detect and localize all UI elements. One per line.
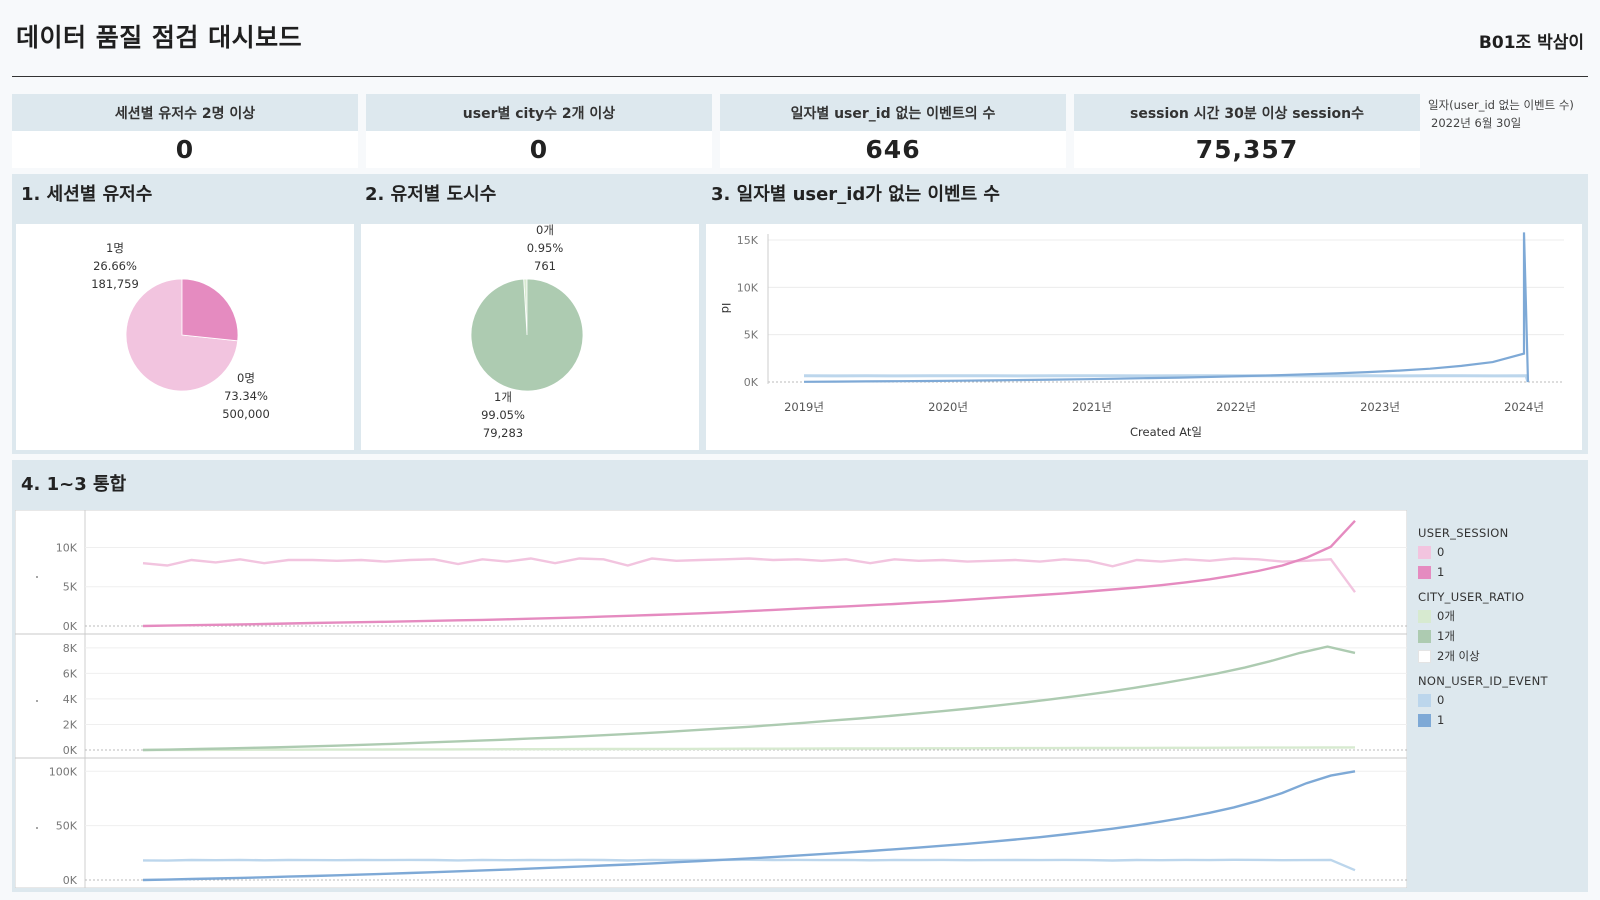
legend-item[interactable]: 0 (1418, 542, 1548, 562)
date-filter-note[interactable]: 일자(user_id 없는 이벤트 수) 2022년 6월 30일 (1428, 96, 1574, 132)
pie-chart-session-users[interactable]: 0명 73.34% 500,000 1명 26.66% 181,759 (16, 224, 354, 450)
pie-slice-percent: 26.66% (93, 259, 137, 273)
kpi-label: session 시간 30분 이상 session수 (1074, 94, 1420, 131)
kpi-card-session-users[interactable]: 세션별 유저수 2명 이상 0 (12, 94, 358, 168)
legend-item[interactable]: 1 (1418, 710, 1548, 730)
pie-slice-count: 761 (534, 259, 556, 273)
date-filter-label: 일자(user_id 없는 이벤트 수) (1428, 98, 1574, 112)
section-title-2: 2. 유저별 도시수 (365, 184, 497, 205)
kpi-value: 0 (366, 131, 712, 168)
y-tick-label: 0K (63, 620, 78, 633)
pie-slice (470, 278, 584, 392)
pie-slice-label: 0개 (536, 224, 554, 237)
charts-row-panel: 1. 세션별 유저수 2. 유저별 도시수 3. 일자별 user_id가 없는… (12, 174, 1588, 454)
kpi-label: 세션별 유저수 2명 이상 (12, 94, 358, 131)
y-tick-label: 5K (744, 329, 759, 342)
legend-item[interactable]: 2개 이상 (1418, 646, 1548, 666)
y-tick-label: 8K (63, 642, 78, 655)
x-tick-label: 2020년 (928, 400, 968, 414)
pie-slice-count: 500,000 (222, 407, 270, 421)
y-tick-label: 10K (56, 541, 78, 554)
x-tick-label: 2024년 (1504, 400, 1544, 414)
y-tick-label: 2K (63, 718, 78, 731)
pie-slice (181, 278, 239, 342)
y-tick-label: 5K (63, 581, 78, 594)
y-tick-label: 0K (63, 744, 78, 757)
kpi-label: user별 city수 2개 이상 (366, 94, 712, 131)
chart-legend: USER_SESSION 0 1 CITY_USER_RATIO 0개 1개 2… (1418, 522, 1548, 730)
y-axis-marker (36, 700, 38, 702)
section-title-4: 4. 1~3 통합 (21, 474, 127, 495)
legend-label: 1 (1437, 565, 1445, 579)
pie-slice-count: 181,759 (91, 277, 139, 291)
legend-item[interactable]: 0 (1418, 690, 1548, 710)
y-tick-label: 100K (49, 765, 78, 778)
y-tick-label: 10K (737, 281, 759, 294)
pie-slice-percent: 99.05% (481, 408, 525, 422)
legend-title-user-session: USER_SESSION (1418, 526, 1509, 540)
pie-chart-user-cities[interactable]: 0개 0.95% 761 1개 99.05% 79,283 (361, 223, 699, 450)
pie-slice-label: 1명 (106, 241, 124, 255)
legend-item[interactable]: 0개 (1418, 606, 1548, 626)
kpi-label: 일자별 user_id 없는 이벤트의 수 (720, 94, 1066, 131)
pie-slice-percent: 73.34% (224, 389, 268, 403)
kpi-value: 75,357 (1074, 131, 1420, 168)
legend-label: 1 (1437, 713, 1445, 727)
y-axis-marker (36, 576, 38, 578)
y-axis-label: Id (719, 303, 733, 314)
kpi-card-user-city[interactable]: user별 city수 2개 이상 0 (366, 94, 712, 168)
pie-slice-count: 79,283 (483, 426, 523, 440)
pie-chart-user-cities-box: 0개 0.95% 761 1개 99.05% 79,283 (361, 223, 699, 450)
legend-label: 1개 (1437, 629, 1455, 643)
legend-item[interactable]: 1 (1418, 562, 1548, 582)
legend-item[interactable]: 1개 (1418, 626, 1548, 646)
x-tick-label: 2019년 (784, 400, 824, 414)
line-chart-no-userid-events[interactable]: 0K 5K 10K 15K 2019년 2020년 2021년 2022년 2023년 2024년… (706, 224, 1582, 450)
y-tick-label: 0K (63, 874, 78, 887)
combined-line-chart[interactable]: 0K 5K 10K 0K 2K 4K 6K 8K 0K 50K 100K (15, 510, 1407, 888)
x-tick-label: 2022년 (1216, 400, 1256, 414)
combined-panel: 4. 1~3 통합 0K 5K 10K 0K 2K 4K 6K 8K 0K 50K 100K (12, 460, 1588, 892)
pie-slice-percent: 0.95% (527, 241, 564, 255)
section-title-1: 1. 세션별 유저수 (21, 184, 153, 205)
y-tick-label: 4K (63, 693, 78, 706)
y-tick-label: 0K (744, 376, 759, 389)
legend-label: 0 (1437, 693, 1445, 707)
y-tick-label: 15K (737, 234, 759, 247)
kpi-card-no-userid-events[interactable]: 일자별 user_id 없는 이벤트의 수 646 (720, 94, 1066, 168)
author-label: B01조 박삼이 (1478, 33, 1584, 53)
kpi-card-long-sessions[interactable]: session 시간 30분 이상 session수 75,357 (1074, 94, 1420, 168)
x-tick-label: 2021년 (1072, 400, 1112, 414)
pie-slice-label: 0명 (237, 371, 255, 385)
pie-chart-session-users-box: 0명 73.34% 500,000 1명 26.66% 181,759 (16, 224, 354, 450)
kpi-value: 0 (12, 131, 358, 168)
legend-label: 0개 (1437, 609, 1455, 623)
line-series (803, 232, 1530, 383)
section-title-3: 3. 일자별 user_id가 없는 이벤트 수 (711, 184, 1000, 205)
y-axis-marker (36, 827, 38, 829)
y-tick-label: 6K (63, 667, 78, 680)
legend-label: 2개 이상 (1437, 649, 1480, 663)
kpi-value: 646 (720, 131, 1066, 168)
x-axis-label: Created At일 (1130, 425, 1202, 439)
pie-slice-label: 1개 (494, 390, 512, 404)
dashboard-header: 데이터 품질 점검 대시보드 B01조 박삼이 (12, 0, 1588, 77)
legend-title-city-user-ratio: CITY_USER_RATIO (1418, 590, 1525, 604)
legend-title-non-user-id-event: NON_USER_ID_EVENT (1418, 674, 1548, 688)
line-chart-no-userid-box: 0K 5K 10K 15K 2019년 2020년 2021년 2022년 2023년 2024년… (706, 224, 1582, 450)
y-tick-label: 50K (56, 820, 78, 833)
legend-label: 0 (1437, 545, 1445, 559)
date-filter-value: 2022년 6월 30일 (1431, 116, 1522, 130)
x-tick-label: 2023년 (1360, 400, 1400, 414)
page-title: 데이터 품질 점검 대시보드 (16, 23, 303, 52)
